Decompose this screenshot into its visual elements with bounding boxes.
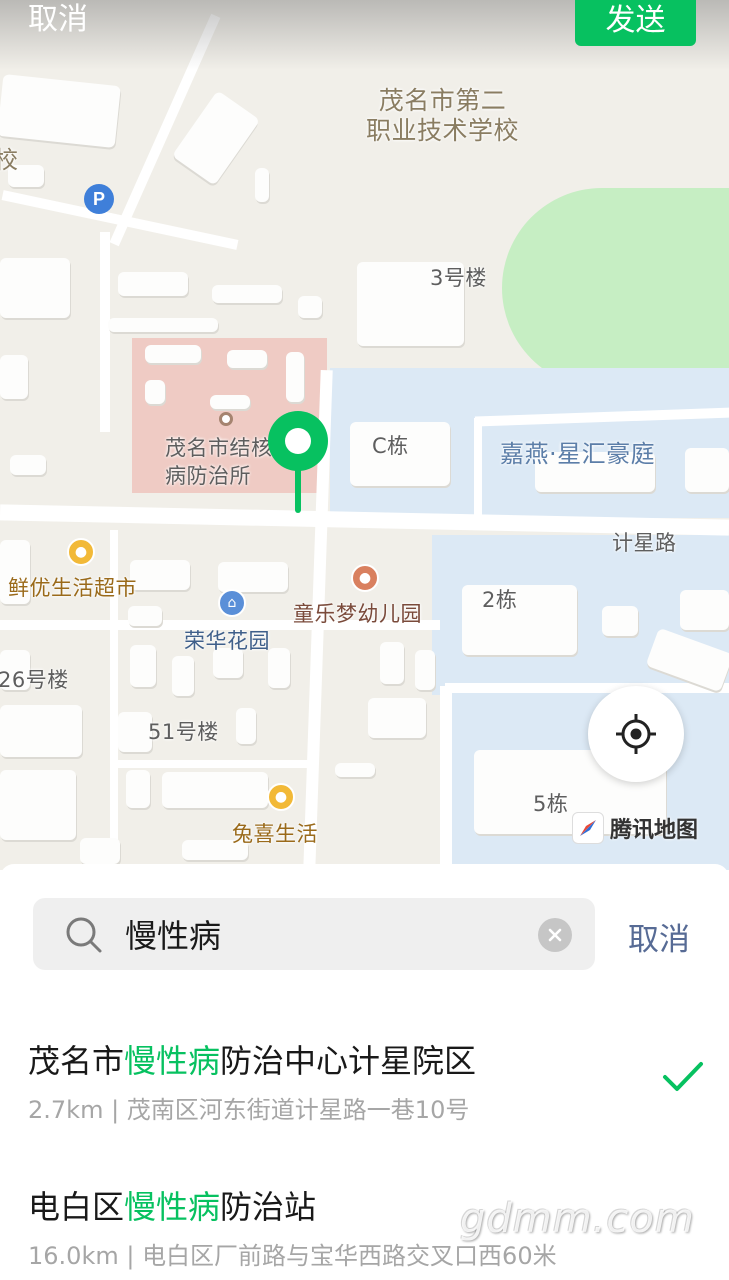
search-icon [66, 917, 102, 953]
building [227, 350, 267, 368]
building [145, 380, 165, 404]
building [368, 698, 426, 738]
clear-search-icon[interactable] [538, 918, 572, 952]
watermark: gdmm.com [460, 1196, 695, 1242]
map-label-school-cut: 校 [0, 146, 19, 174]
building [145, 345, 201, 363]
road [115, 760, 315, 768]
crosshair-icon [616, 714, 656, 754]
search-bar[interactable] [33, 898, 595, 970]
map-label-ronghua: 荣华花园 [184, 629, 270, 653]
map-label-clinic: 茂名市结核 病防治所 [165, 436, 273, 488]
building [0, 355, 28, 399]
map-label-dong2: 2栋 [482, 588, 518, 612]
building [0, 770, 76, 840]
building [218, 562, 288, 592]
building [210, 395, 250, 409]
building [268, 648, 290, 688]
building [212, 285, 282, 303]
building [335, 763, 375, 777]
building [462, 585, 577, 655]
residence-icon[interactable]: ⌂ [218, 589, 246, 617]
building [130, 645, 156, 687]
kindergarten-icon[interactable]: ● [351, 564, 379, 592]
building [128, 606, 162, 626]
building [80, 838, 120, 864]
supermarket-icon[interactable]: ● [67, 538, 95, 566]
road [474, 418, 482, 528]
map-label-xianyou: 鲜优生活超市 [8, 576, 137, 600]
building [171, 90, 261, 186]
map-view[interactable]: P ● ● ⌂ ● 茂名市第二 职业技术学校 校 3号楼 茂名市结核 病防治所 … [0, 0, 729, 870]
map-label-tongle: 童乐梦幼儿园 [293, 602, 422, 626]
map-label-jixing-road: 计星路 [612, 531, 677, 555]
building [10, 455, 46, 475]
map-label-c-dong: C栋 [372, 434, 409, 458]
result-subtitle: 2.7km | 茂南区河东街道计星路一巷10号 [28, 1096, 470, 1124]
map-label-school: 茂名市第二 职业技术学校 [365, 86, 519, 145]
road [440, 686, 452, 870]
tencent-map-logo: 腾讯地图 [572, 812, 698, 844]
header-cancel-button[interactable]: 取消 [28, 0, 88, 38]
building [118, 712, 152, 752]
building [602, 606, 638, 636]
map-label-dong5: 5栋 [533, 792, 569, 816]
building [680, 590, 729, 630]
compass-icon [572, 812, 604, 844]
locate-me-button[interactable] [588, 686, 684, 782]
map-label-jiayan: 嘉燕·星汇豪庭 [500, 440, 656, 468]
checkmark-icon [663, 1062, 703, 1091]
search-input[interactable] [125, 911, 515, 957]
building [130, 560, 190, 590]
building [108, 318, 218, 332]
building [298, 296, 322, 318]
parking-icon[interactable]: P [84, 184, 114, 214]
building [236, 708, 256, 744]
building [162, 772, 268, 808]
building [380, 642, 404, 684]
clinic-marker-icon[interactable] [219, 412, 233, 426]
building [0, 258, 70, 318]
building [126, 770, 150, 808]
send-button[interactable]: 发送 [575, 0, 696, 46]
building [685, 448, 729, 492]
result-title: 茂名市慢性病防治中心计星院区 [28, 1042, 477, 1080]
building [286, 352, 304, 402]
building [0, 705, 82, 757]
result-title: 电白区慢性病防治站 [28, 1188, 317, 1226]
tencent-map-logo-text: 腾讯地图 [610, 818, 699, 843]
result-item[interactable]: 茂名市慢性病防治中心计星院区 2.7km | 茂南区河东街道计星路一巷10号 [0, 1036, 729, 1126]
building [0, 74, 121, 148]
location-pin-icon[interactable] [265, 408, 331, 518]
building [255, 168, 269, 202]
map-label-lou26: 26号楼 [0, 668, 69, 692]
road [100, 232, 110, 432]
sports-field [502, 188, 729, 388]
building [172, 656, 194, 696]
map-label-tuxi: 兔喜生活 [232, 822, 318, 846]
search-cancel-button[interactable]: 取消 [628, 914, 690, 959]
road [445, 683, 729, 693]
building [415, 650, 435, 690]
map-label-lou51: 51号楼 [148, 720, 219, 744]
building [118, 272, 188, 296]
store-icon[interactable]: ● [267, 783, 295, 811]
map-label-building3: 3号楼 [430, 266, 487, 290]
